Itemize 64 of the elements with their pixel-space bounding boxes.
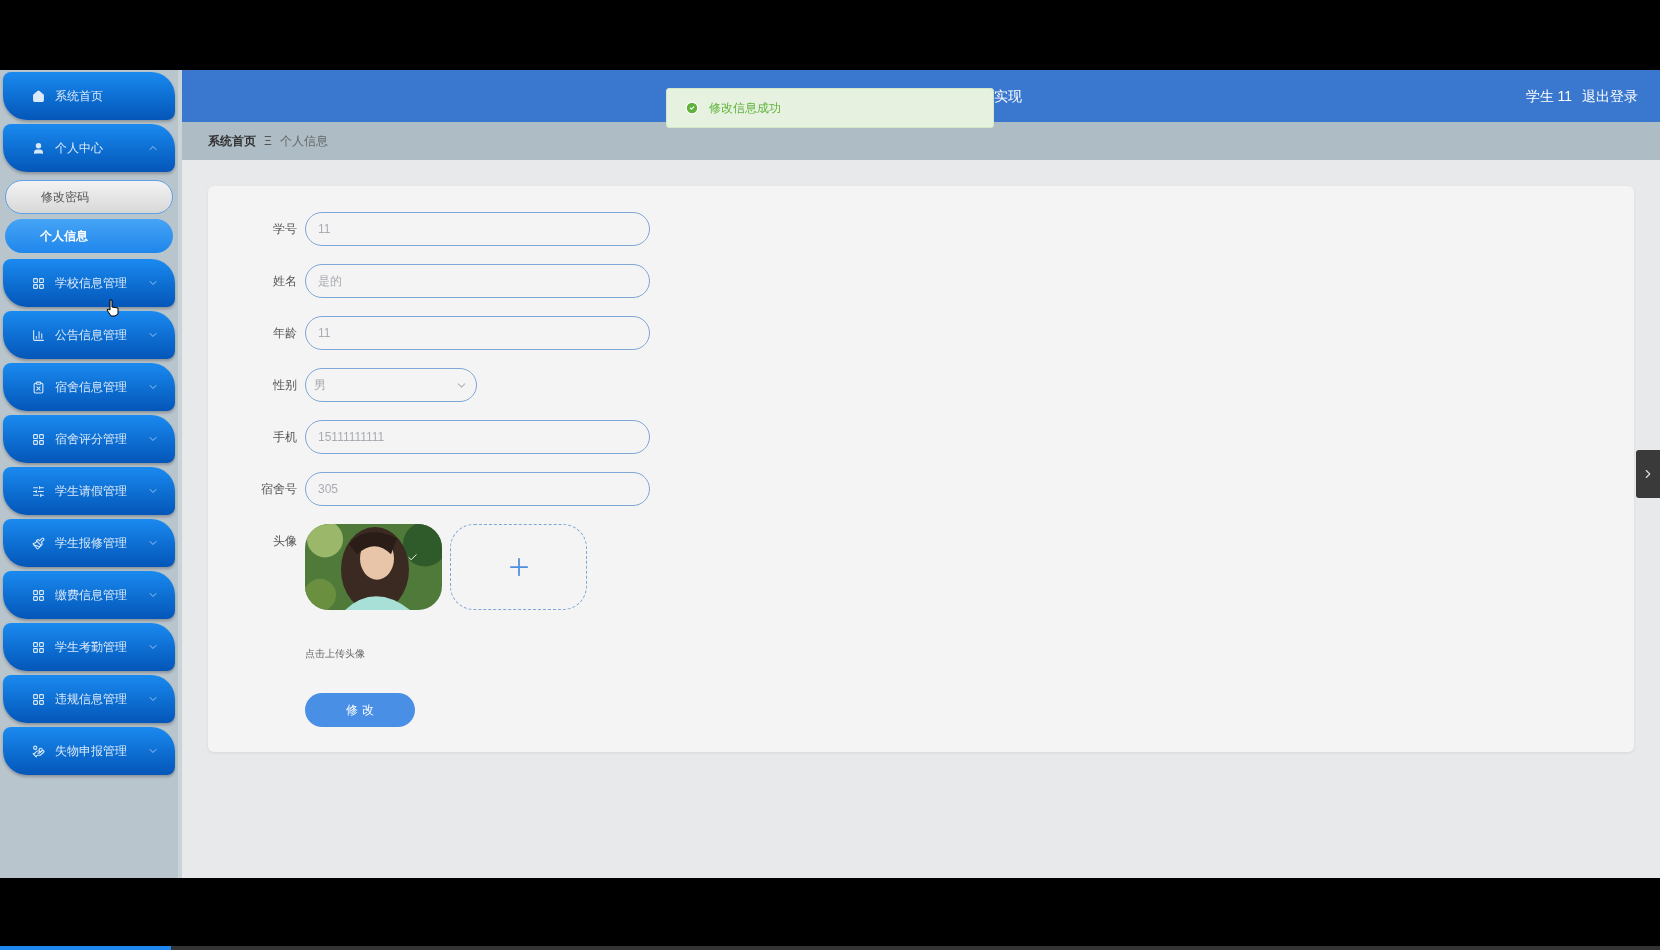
menu-label: 宿舍评分管理 <box>55 431 128 448</box>
sliders-icon <box>32 484 45 498</box>
clipboard-icon <box>32 380 45 394</box>
menu-item[interactable]: 个人中心 <box>3 124 175 172</box>
upload-hint: 点击上传头像 <box>305 647 366 661</box>
menu-item[interactable]: 失物申报管理 <box>3 727 175 775</box>
menu-label: 缴费信息管理 <box>55 587 128 604</box>
field-label: 手机 <box>272 429 298 446</box>
submenu-item[interactable]: 修改密码 <box>5 180 173 214</box>
text-field[interactable]: 305 <box>305 472 650 506</box>
field-label: 头像 <box>272 533 298 550</box>
breadcrumb-link[interactable]: 系统首页 <box>208 132 256 150</box>
grid-icon <box>32 640 45 654</box>
field-label: 姓名 <box>272 273 298 290</box>
user-name: 学生 11 <box>1525 86 1572 106</box>
menu-item[interactable]: 宿舍信息管理 <box>3 363 175 411</box>
field-label: 性别 <box>272 377 298 394</box>
hand-icon <box>32 744 45 758</box>
menu-label: 公告信息管理 <box>55 327 128 344</box>
logout-link[interactable]: 退出登录 <box>1582 85 1638 107</box>
menu-label: 学生报修管理 <box>55 535 128 552</box>
menu-item[interactable]: 学生报修管理 <box>3 519 175 567</box>
check-icon <box>407 552 418 563</box>
grid-icon <box>32 276 45 290</box>
progress-track[interactable] <box>0 946 1660 950</box>
menu-item[interactable]: 宿舍评分管理 <box>3 415 175 463</box>
menu-label: 学生考勤管理 <box>55 639 128 656</box>
bar-chart-icon <box>32 328 45 342</box>
breadcrumb-separator: Ξ <box>264 133 272 150</box>
cursor-icon <box>106 299 120 317</box>
menu-label: 宿舍信息管理 <box>55 379 128 396</box>
menu-item[interactable]: 学校信息管理 <box>3 259 175 307</box>
side-tab[interactable] <box>1636 450 1660 498</box>
menu-label: 学校信息管理 <box>55 275 128 292</box>
menu-label: 个人中心 <box>55 140 104 157</box>
field-label: 年龄 <box>272 325 298 342</box>
menu-label: 失物申报管理 <box>55 743 128 760</box>
field-label: 学号 <box>272 221 298 238</box>
home-icon <box>32 89 45 103</box>
menu-label: 学生请假管理 <box>55 483 128 500</box>
field-label: 宿舍号 <box>260 481 298 498</box>
upload-box[interactable] <box>450 524 587 610</box>
menu-item[interactable]: 系统首页 <box>3 72 175 120</box>
select-value: 男 <box>314 377 326 394</box>
grid-icon <box>32 692 45 706</box>
success-icon <box>685 101 699 115</box>
breadcrumb-link[interactable]: 个人信息 <box>279 132 328 150</box>
menu-label: 系统首页 <box>55 88 104 105</box>
submenu-item[interactable]: 个人信息 <box>5 219 173 253</box>
menu-label: 违规信息管理 <box>55 691 128 708</box>
toast-message: 修改信息成功 <box>709 100 781 117</box>
menu-item[interactable]: 缴费信息管理 <box>3 571 175 619</box>
menu-item[interactable]: 学生请假管理 <box>3 467 175 515</box>
brush-icon <box>32 536 45 550</box>
text-field[interactable]: 是的 <box>305 264 650 298</box>
menu-item[interactable]: 学生考勤管理 <box>3 623 175 671</box>
system-title: 实现 <box>994 86 1022 106</box>
menu-item[interactable]: 公告信息管理 <box>3 311 175 359</box>
grid-icon <box>32 588 45 602</box>
grid-icon <box>32 432 45 446</box>
submit-button[interactable]: 修 改 <box>305 693 415 727</box>
select-field[interactable]: 男 <box>305 368 477 402</box>
menu-item[interactable]: 违规信息管理 <box>3 675 175 723</box>
user-icon <box>32 141 45 155</box>
